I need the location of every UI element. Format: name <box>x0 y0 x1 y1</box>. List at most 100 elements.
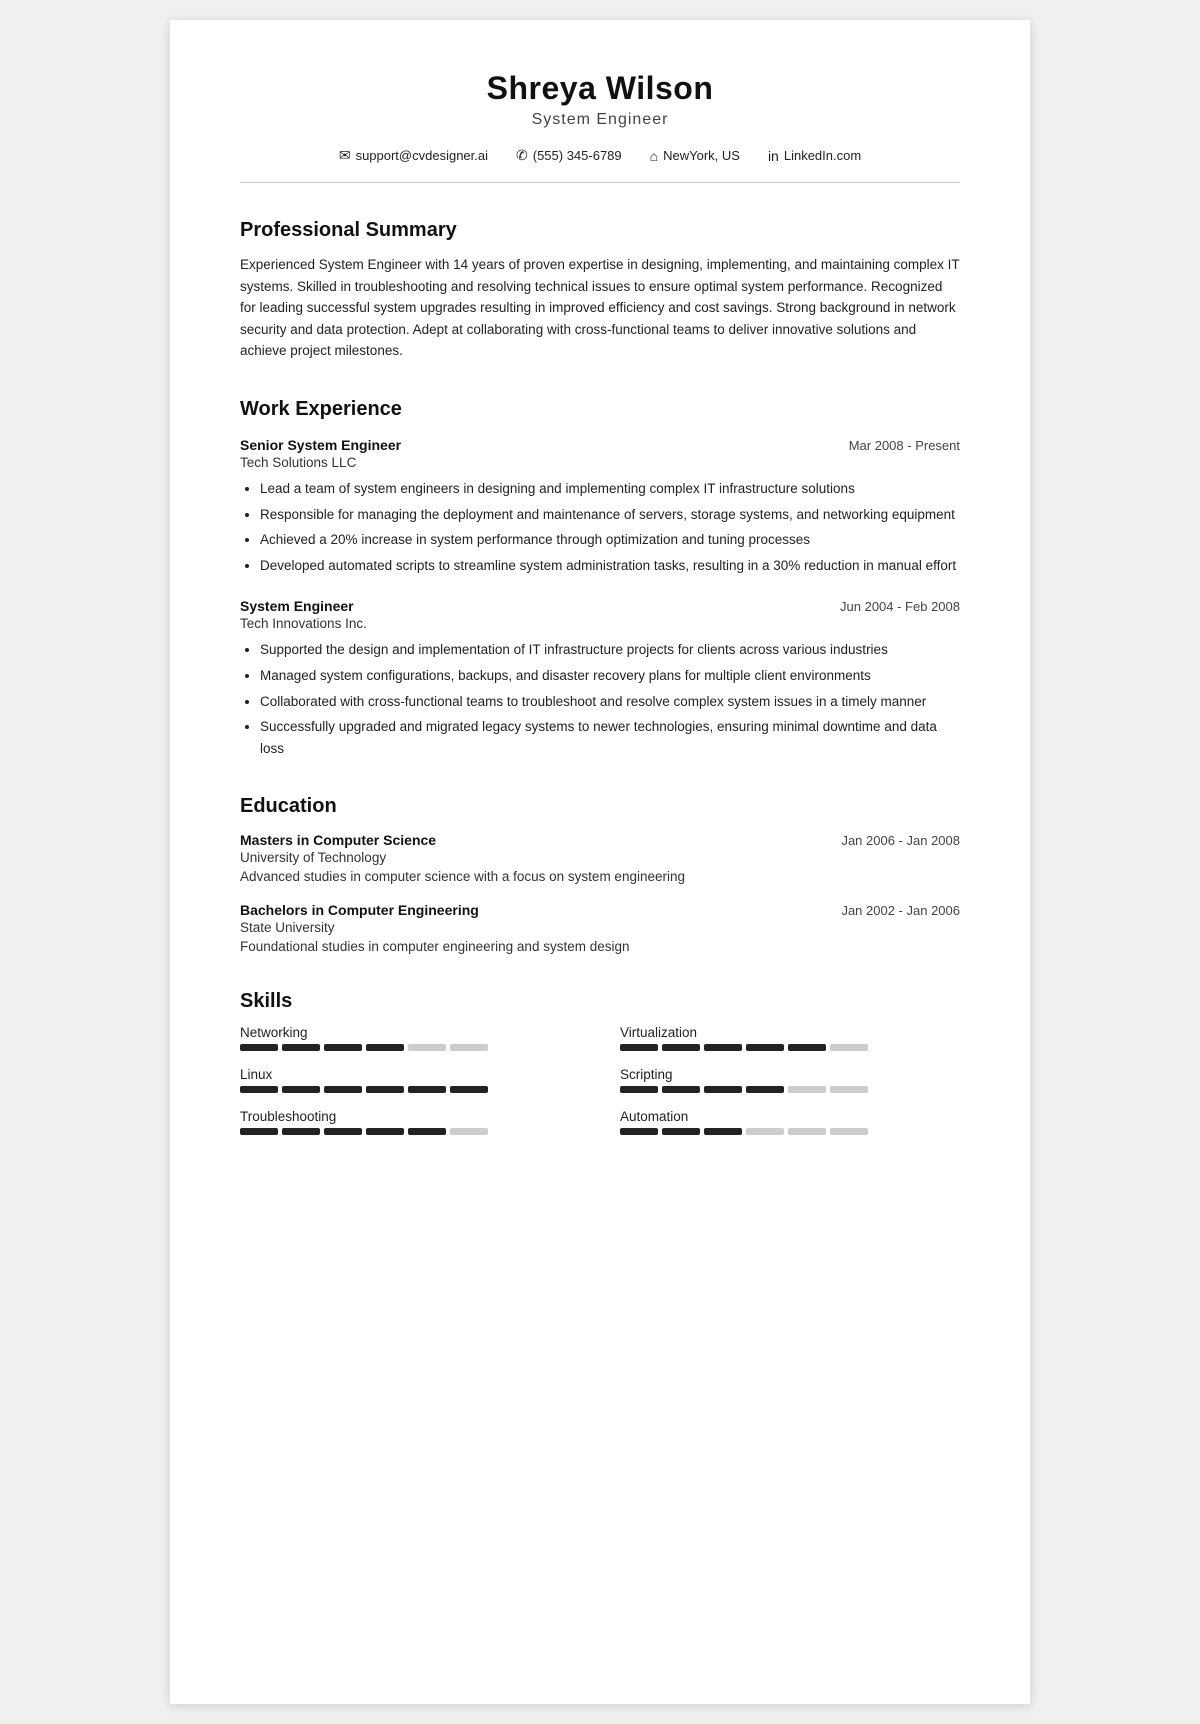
skill-bar <box>620 1044 960 1051</box>
summary-title: Professional Summary <box>240 219 960 242</box>
contact-email: ✉ support@cvdesigner.ai <box>339 147 488 164</box>
education-section: Education Masters in Computer Science Ja… <box>240 795 960 954</box>
job-company-1: Tech Solutions LLC <box>240 455 960 470</box>
skill-segment <box>746 1044 784 1051</box>
skill-segment <box>662 1128 700 1135</box>
skill-item: Automation <box>620 1109 960 1135</box>
edu-block-2: Bachelors in Computer Engineering Jan 20… <box>240 902 960 954</box>
skill-segment <box>324 1128 362 1135</box>
skill-segment <box>704 1086 742 1093</box>
skill-bar <box>240 1044 580 1051</box>
job-date-1: Mar 2008 - Present <box>849 438 960 453</box>
job-header-1: Senior System Engineer Mar 2008 - Presen… <box>240 437 960 453</box>
skill-segment <box>282 1086 320 1093</box>
skill-segment <box>620 1044 658 1051</box>
location-text: NewYork, US <box>663 148 740 163</box>
skill-segment <box>662 1044 700 1051</box>
job-block-1: Senior System Engineer Mar 2008 - Presen… <box>240 437 960 576</box>
edu-header-1: Masters in Computer Science Jan 2006 - J… <box>240 832 960 848</box>
skill-segment <box>746 1086 784 1093</box>
skill-segment <box>324 1044 362 1051</box>
skill-segment <box>282 1128 320 1135</box>
candidate-title: System Engineer <box>240 111 960 129</box>
skill-item: Linux <box>240 1067 580 1093</box>
edu-date-1: Jan 2006 - Jan 2008 <box>841 833 960 848</box>
contact-location: ⌂ NewYork, US <box>650 148 740 164</box>
skill-segment <box>830 1044 868 1051</box>
job-bullets-1: Lead a team of system engineers in desig… <box>240 478 960 576</box>
skill-segment <box>620 1086 658 1093</box>
list-item: Collaborated with cross-functional teams… <box>260 691 960 713</box>
skill-bar <box>620 1128 960 1135</box>
contact-phone: ✆ (555) 345-6789 <box>516 147 622 164</box>
skill-segment <box>450 1128 488 1135</box>
phone-icon: ✆ <box>516 147 528 164</box>
education-title: Education <box>240 795 960 818</box>
skill-segment <box>450 1044 488 1051</box>
skill-bar <box>620 1086 960 1093</box>
linkedin-icon: in <box>768 148 779 164</box>
skill-segment <box>366 1044 404 1051</box>
skill-name: Troubleshooting <box>240 1109 580 1124</box>
job-header-2: System Engineer Jun 2004 - Feb 2008 <box>240 598 960 614</box>
edu-desc-1: Advanced studies in computer science wit… <box>240 869 960 884</box>
skill-segment <box>366 1086 404 1093</box>
header-section: Shreya Wilson System Engineer <box>240 70 960 129</box>
skill-item: Troubleshooting <box>240 1109 580 1135</box>
skill-segment <box>408 1086 446 1093</box>
job-block-2: System Engineer Jun 2004 - Feb 2008 Tech… <box>240 598 960 759</box>
edu-degree-1: Masters in Computer Science <box>240 832 436 848</box>
list-item: Achieved a 20% increase in system perfor… <box>260 529 960 551</box>
skills-section: Skills Networking Virtualization Linux Scri… <box>240 990 960 1141</box>
job-title-2: System Engineer <box>240 598 354 614</box>
skill-segment <box>704 1044 742 1051</box>
job-company-2: Tech Innovations Inc. <box>240 616 960 631</box>
job-date-2: Jun 2004 - Feb 2008 <box>840 599 960 614</box>
skill-segment <box>662 1086 700 1093</box>
skill-bar <box>240 1128 580 1135</box>
edu-desc-2: Foundational studies in computer enginee… <box>240 939 960 954</box>
edu-date-2: Jan 2002 - Jan 2006 <box>841 903 960 918</box>
email-text: support@cvdesigner.ai <box>356 148 488 163</box>
linkedin-text: LinkedIn.com <box>784 148 861 163</box>
skill-segment <box>240 1086 278 1093</box>
list-item: Developed automated scripts to streamlin… <box>260 555 960 577</box>
skill-item: Scripting <box>620 1067 960 1093</box>
skill-segment <box>620 1128 658 1135</box>
contact-bar: ✉ support@cvdesigner.ai ✆ (555) 345-6789… <box>240 147 960 183</box>
skill-segment <box>450 1086 488 1093</box>
skill-segment <box>704 1128 742 1135</box>
skill-name: Virtualization <box>620 1025 960 1040</box>
job-title-1: Senior System Engineer <box>240 437 401 453</box>
list-item: Managed system configurations, backups, … <box>260 665 960 687</box>
summary-text: Experienced System Engineer with 14 year… <box>240 254 960 362</box>
summary-section: Professional Summary Experienced System … <box>240 219 960 362</box>
location-icon: ⌂ <box>650 148 658 164</box>
list-item: Supported the design and implementation … <box>260 639 960 661</box>
edu-school-2: State University <box>240 920 960 935</box>
skill-item: Networking <box>240 1025 580 1051</box>
skill-segment <box>746 1128 784 1135</box>
list-item: Successfully upgraded and migrated legac… <box>260 716 960 759</box>
skills-grid: Networking Virtualization Linux Scripting Tr… <box>240 1025 960 1141</box>
skill-segment <box>240 1128 278 1135</box>
list-item: Lead a team of system engineers in desig… <box>260 478 960 500</box>
edu-header-2: Bachelors in Computer Engineering Jan 20… <box>240 902 960 918</box>
skill-name: Networking <box>240 1025 580 1040</box>
skill-segment <box>324 1086 362 1093</box>
resume-container: Shreya Wilson System Engineer ✉ support@… <box>170 20 1030 1704</box>
edu-school-1: University of Technology <box>240 850 960 865</box>
skill-name: Linux <box>240 1067 580 1082</box>
work-experience-title: Work Experience <box>240 398 960 421</box>
contact-linkedin: in LinkedIn.com <box>768 148 861 164</box>
skill-segment <box>240 1044 278 1051</box>
list-item: Responsible for managing the deployment … <box>260 504 960 526</box>
skill-segment <box>788 1086 826 1093</box>
skills-title: Skills <box>240 990 960 1013</box>
skill-bar <box>240 1086 580 1093</box>
skill-segment <box>830 1128 868 1135</box>
edu-block-1: Masters in Computer Science Jan 2006 - J… <box>240 832 960 884</box>
skill-name: Automation <box>620 1109 960 1124</box>
job-bullets-2: Supported the design and implementation … <box>240 639 960 759</box>
candidate-name: Shreya Wilson <box>240 70 960 107</box>
